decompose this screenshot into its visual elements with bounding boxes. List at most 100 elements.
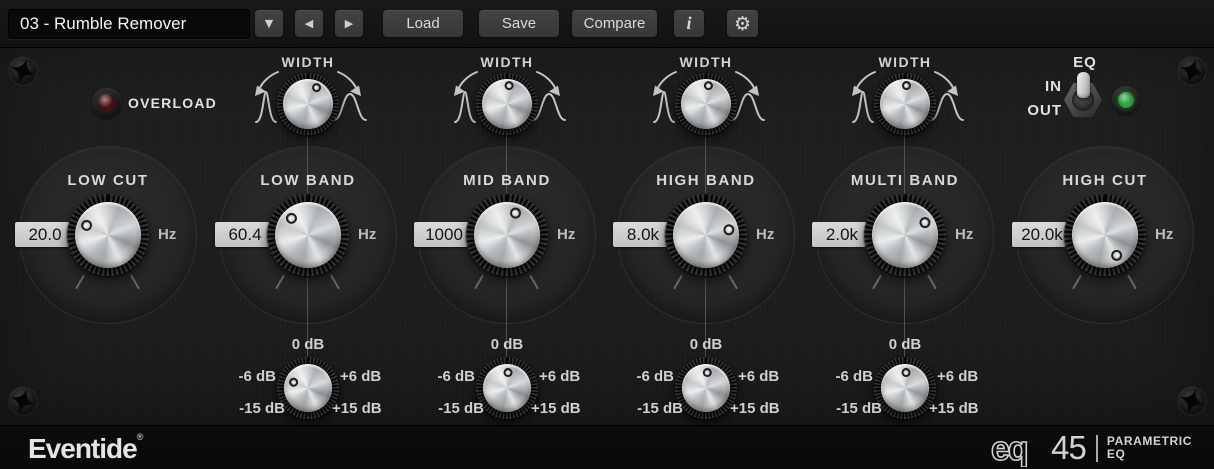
eq-in-label: IN — [1012, 78, 1062, 95]
width-knob[interactable] — [675, 73, 737, 135]
band-label: LOW CUT — [8, 172, 208, 190]
gain-0db-label: 0 dB — [606, 336, 806, 354]
band-mid: WIDTH MID BAND 1000 Hz 0 dB -6 dB +6 dB … — [407, 48, 607, 425]
knob-indicator-dot — [288, 377, 300, 389]
band-high: WIDTH HIGH BAND 8.0k Hz 0 dB -6 dB +6 dB… — [606, 48, 806, 425]
toolbar: 03 - Rumble Remover ▼ ◀ ▶ Load Save Comp… — [0, 0, 1214, 48]
frequency-value-field[interactable]: 1000 — [414, 222, 474, 247]
screw-icon — [7, 385, 39, 417]
eq45-logo: eq 45 PARAMETRIC EQ — [990, 430, 1192, 466]
frequency-value-field[interactable]: 2.0k — [812, 222, 872, 247]
frequency-knob[interactable] — [267, 194, 349, 276]
width-knob[interactable] — [476, 73, 538, 135]
band-label: LOW BAND — [208, 172, 408, 190]
unit-label: Hz — [557, 226, 601, 243]
preset-name-field[interactable]: 03 - Rumble Remover — [8, 9, 250, 39]
arrow-right-icon: ▶ — [345, 17, 353, 30]
arrow-left-icon: ◀ — [305, 17, 313, 30]
eq-outline-logo: eq — [990, 429, 1050, 467]
knob-indicator-dot — [702, 368, 711, 377]
knob-indicator-dot — [901, 81, 910, 90]
gain-plus6-label: +6 dB — [539, 368, 607, 386]
frequency-knob[interactable] — [1064, 194, 1146, 276]
screw-icon — [7, 55, 39, 87]
eq-in-out-toggle[interactable] — [1064, 81, 1102, 119]
gain-knob[interactable] — [277, 357, 339, 419]
preset-dropdown-button[interactable]: ▼ — [255, 10, 283, 37]
gain-minus15-label: -15 dB — [208, 400, 285, 418]
knob-indicator-dot — [1110, 248, 1125, 263]
gain-plus15-label: +15 dB — [730, 400, 807, 418]
preset-next-button[interactable]: ▶ — [335, 10, 363, 37]
gain-minus15-label: -15 dB — [805, 400, 882, 418]
unit-label: Hz — [756, 226, 800, 243]
gain-0db-label: 0 dB — [407, 336, 607, 354]
info-icon: i — [686, 13, 691, 34]
unit-label: Hz — [955, 226, 999, 243]
gain-plus6-label: +6 dB — [937, 368, 1005, 386]
preset-previous-button[interactable]: ◀ — [295, 10, 323, 37]
gain-plus15-label: +15 dB — [929, 400, 1006, 418]
logo-divider — [1096, 435, 1098, 462]
width-label: WIDTH — [208, 54, 408, 70]
width-knob[interactable] — [874, 73, 936, 135]
band-label: HIGH BAND — [606, 172, 806, 190]
frequency-knob[interactable] — [665, 194, 747, 276]
eq45-plugin-window: { "header": { "preset_name": "03 - Rumbl… — [0, 0, 1214, 469]
logo-tagline: PARAMETRIC EQ — [1107, 435, 1192, 461]
band-label: MULTI BAND — [805, 172, 1005, 190]
eventide-logo: Eventide® — [28, 432, 143, 465]
toggle-lever — [1077, 72, 1090, 98]
gain-0db-label: 0 dB — [208, 336, 408, 354]
overload-led — [92, 88, 122, 118]
knob-indicator-dot — [504, 81, 514, 91]
width-label: WIDTH — [407, 54, 607, 70]
frequency-value-field[interactable]: 20.0k — [1012, 222, 1072, 247]
unit-label: Hz — [358, 226, 402, 243]
gain-plus6-label: +6 dB — [340, 368, 408, 386]
knob-indicator-dot — [917, 215, 932, 230]
frequency-knob[interactable] — [864, 194, 946, 276]
gear-icon: ⚙ — [734, 13, 751, 35]
svg-text:eq: eq — [991, 430, 1027, 467]
info-button[interactable]: i — [674, 10, 704, 37]
compare-button[interactable]: Compare — [572, 10, 657, 37]
frequency-value-field[interactable]: 20.0 — [15, 222, 75, 247]
gain-plus6-label: +6 dB — [738, 368, 806, 386]
load-button[interactable]: Load — [383, 10, 463, 37]
screw-icon — [1176, 385, 1208, 417]
unit-label: Hz — [158, 226, 202, 243]
frequency-knob[interactable] — [67, 194, 149, 276]
knob-indicator-dot — [722, 223, 735, 236]
frequency-value-field[interactable]: 8.0k — [613, 222, 673, 247]
gain-plus15-label: +15 dB — [332, 400, 409, 418]
eq-panel: OVERLOAD EQ IN OUT LOW CUT 20.0 Hz WIDTH… — [0, 48, 1214, 425]
band-label: MID BAND — [407, 172, 607, 190]
knob-indicator-dot — [503, 368, 512, 377]
band-multi: WIDTH MULTI BAND 2.0k Hz 0 dB -6 dB +6 d… — [805, 48, 1005, 425]
footer-bar: Eventide® eq 45 PARAMETRIC EQ — [0, 425, 1214, 469]
overload-label: OVERLOAD — [128, 95, 217, 111]
gain-knob[interactable] — [675, 357, 737, 419]
gain-0db-label: 0 dB — [805, 336, 1005, 354]
save-button[interactable]: Save — [479, 10, 559, 37]
gain-minus6-label: -6 dB — [407, 368, 475, 386]
width-label: WIDTH — [805, 54, 1005, 70]
knob-indicator-dot — [79, 219, 93, 233]
gain-knob[interactable] — [476, 357, 538, 419]
width-knob[interactable] — [277, 73, 339, 135]
frequency-knob[interactable] — [466, 194, 548, 276]
band-low: WIDTH LOW BAND 60.4 Hz 0 dB -6 dB +6 dB … — [208, 48, 408, 425]
knob-indicator-dot — [310, 81, 322, 93]
eq-out-label: OUT — [1012, 102, 1062, 119]
settings-button[interactable]: ⚙ — [727, 10, 758, 37]
frequency-value-field[interactable]: 60.4 — [215, 222, 275, 247]
chevron-down-icon: ▼ — [265, 17, 273, 30]
screw-icon — [1176, 55, 1208, 87]
eq-switch-title: EQ — [1058, 54, 1112, 71]
gain-minus15-label: -15 dB — [407, 400, 484, 418]
band-label: HIGH CUT — [1005, 172, 1205, 190]
knob-indicator-dot — [703, 81, 713, 91]
gain-minus6-label: -6 dB — [805, 368, 873, 386]
gain-knob[interactable] — [874, 357, 936, 419]
